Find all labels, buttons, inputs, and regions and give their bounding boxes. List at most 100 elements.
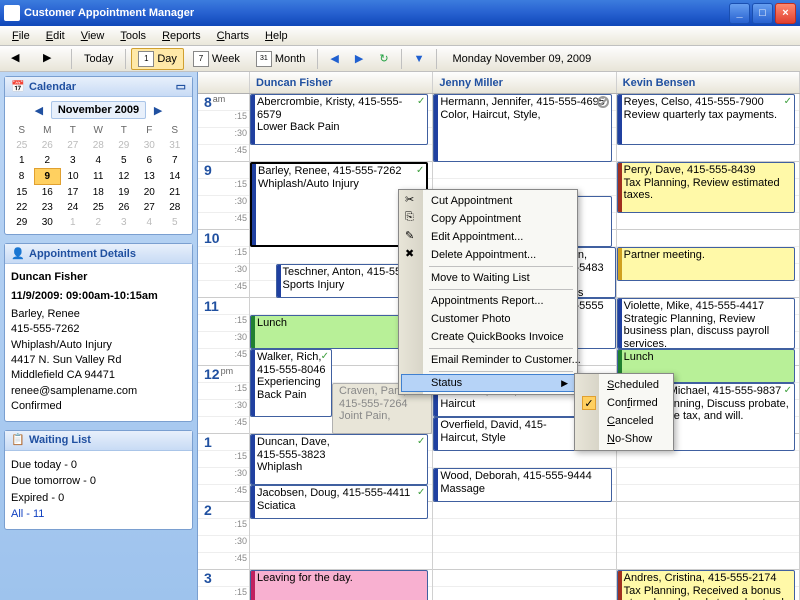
cal-day[interactable]: 18 bbox=[86, 185, 112, 201]
collapse-icon[interactable]: ▭ bbox=[176, 80, 186, 93]
menu-view[interactable]: View bbox=[73, 28, 113, 44]
context-menu[interactable]: ✂Cut Appointment⎘Copy Appointment✎Edit A… bbox=[398, 189, 578, 395]
waiting-line[interactable]: Due today - 0 bbox=[11, 457, 186, 474]
appointment[interactable]: Hermann, Jennifer, 415-555-4695 Color, H… bbox=[433, 94, 611, 162]
month-view-button[interactable]: 31Month bbox=[249, 48, 313, 70]
cal-day[interactable]: 20 bbox=[137, 185, 163, 201]
status-item[interactable]: ✓Confirmed bbox=[577, 394, 671, 412]
cal-day[interactable]: 25 bbox=[86, 200, 112, 215]
context-item[interactable]: Appointments Report... bbox=[401, 292, 575, 310]
context-item[interactable]: Customer Photo bbox=[401, 310, 575, 328]
column-header[interactable]: Duncan Fisher bbox=[250, 72, 433, 93]
cal-day[interactable]: 22 bbox=[9, 200, 35, 215]
waiting-header[interactable]: 📋 Waiting List bbox=[5, 431, 192, 451]
context-item[interactable]: ✖Delete Appointment... bbox=[401, 246, 575, 264]
cal-day[interactable]: 15 bbox=[9, 185, 35, 201]
context-item[interactable]: Move to Waiting List bbox=[401, 269, 575, 287]
cal-day[interactable]: 4 bbox=[86, 153, 112, 169]
cal-day[interactable]: 27 bbox=[137, 200, 163, 215]
cal-day[interactable]: 28 bbox=[86, 138, 112, 153]
menu-help[interactable]: Help bbox=[257, 28, 296, 44]
waiting-all[interactable]: All - 11 bbox=[11, 506, 186, 523]
cal-day[interactable]: 29 bbox=[111, 138, 137, 153]
schedule-column[interactable]: Reyes, Celso, 415-555-7900 Review quarte… bbox=[617, 94, 800, 600]
cal-day[interactable]: 21 bbox=[162, 185, 188, 201]
cal-day[interactable]: 14 bbox=[162, 169, 188, 185]
context-item[interactable]: Status▶Scheduled✓ConfirmedCanceledNo-Sho… bbox=[401, 374, 575, 392]
menu-tools[interactable]: Tools bbox=[112, 28, 154, 44]
appointment[interactable]: Andres, Cristina, 415-555-2174 Tax Plann… bbox=[617, 570, 795, 600]
cal-day[interactable]: 9 bbox=[35, 169, 61, 185]
cal-day[interactable]: 17 bbox=[60, 185, 86, 201]
cal-day[interactable]: 3 bbox=[111, 215, 137, 230]
cal-day[interactable]: 8 bbox=[9, 169, 35, 185]
cal-day[interactable]: 19 bbox=[111, 185, 137, 201]
cal-day[interactable]: 16 bbox=[35, 185, 61, 201]
minimize-button[interactable]: _ bbox=[729, 3, 750, 24]
back-button[interactable]: ◀ bbox=[4, 48, 34, 70]
cal-day[interactable]: 13 bbox=[137, 169, 163, 185]
waiting-line[interactable]: Expired - 0 bbox=[11, 490, 186, 507]
menu-edit[interactable]: Edit bbox=[38, 28, 73, 44]
appointment[interactable]: Walker, Rich, 415-555-8046 Experiencing … bbox=[250, 349, 332, 417]
menu-reports[interactable]: Reports bbox=[154, 28, 209, 44]
menu-charts[interactable]: Charts bbox=[209, 28, 257, 44]
column-header[interactable]: Kevin Bensen bbox=[617, 72, 800, 93]
cal-day[interactable]: 3 bbox=[60, 153, 86, 169]
cal-day[interactable]: 5 bbox=[162, 215, 188, 230]
cal-day[interactable]: 24 bbox=[60, 200, 86, 215]
cal-day[interactable]: 11 bbox=[86, 169, 112, 185]
cal-day[interactable]: 29 bbox=[9, 215, 35, 230]
cal-day[interactable]: 4 bbox=[137, 215, 163, 230]
cal-day[interactable]: 2 bbox=[35, 153, 61, 169]
context-item[interactable]: ✂Cut Appointment bbox=[401, 192, 575, 210]
refresh-button[interactable]: ↻ bbox=[372, 48, 395, 70]
cal-day[interactable]: 23 bbox=[35, 200, 61, 215]
maximize-button[interactable]: □ bbox=[752, 3, 773, 24]
appointment[interactable]: Jacobsen, Doug, 415-555-4411 Sciatica✓ bbox=[250, 485, 428, 519]
cal-day[interactable]: 12 bbox=[111, 169, 137, 185]
cal-day[interactable]: 1 bbox=[9, 153, 35, 169]
context-item[interactable]: Create QuickBooks Invoice bbox=[401, 328, 575, 346]
context-item[interactable]: ⎘Copy Appointment bbox=[401, 210, 575, 228]
cal-day[interactable]: 10 bbox=[60, 169, 86, 185]
details-header[interactable]: 👤 Appointment Details bbox=[5, 244, 192, 264]
prev-button[interactable]: ◀ bbox=[323, 48, 345, 70]
day-view-button[interactable]: 1Day bbox=[131, 48, 184, 70]
status-item[interactable]: Scheduled bbox=[577, 376, 671, 394]
cal-next-button[interactable]: ▶ bbox=[152, 104, 164, 116]
cal-day[interactable]: 26 bbox=[35, 138, 61, 153]
cal-month-label[interactable]: November 2009 bbox=[51, 101, 146, 119]
cal-day[interactable]: 30 bbox=[137, 138, 163, 153]
today-button[interactable]: Today bbox=[77, 48, 120, 70]
cal-day[interactable]: 28 bbox=[162, 200, 188, 215]
cal-day[interactable]: 26 bbox=[111, 200, 137, 215]
next-button[interactable]: ▶ bbox=[348, 48, 370, 70]
status-item[interactable]: Canceled bbox=[577, 412, 671, 430]
cal-day[interactable]: 6 bbox=[137, 153, 163, 169]
appointment[interactable]: Violette, Mike, 415-555-4417 Strategic P… bbox=[617, 298, 795, 349]
cal-day[interactable]: 30 bbox=[35, 215, 61, 230]
cal-day[interactable]: 1 bbox=[60, 215, 86, 230]
context-item[interactable]: Email Reminder to Customer... bbox=[401, 351, 575, 369]
cal-day[interactable]: 5 bbox=[111, 153, 137, 169]
appointment[interactable]: Duncan, Dave, 415-555-3823 Whiplash✓ bbox=[250, 434, 428, 485]
forward-button[interactable]: ▶ bbox=[36, 48, 66, 70]
filter-button[interactable]: ▼ bbox=[407, 48, 432, 70]
appointment[interactable]: Leaving for the day. bbox=[250, 570, 428, 600]
context-item[interactable]: ✎Edit Appointment... bbox=[401, 228, 575, 246]
status-item[interactable]: No-Show bbox=[577, 430, 671, 448]
week-view-button[interactable]: 7Week bbox=[186, 48, 247, 70]
menu-file[interactable]: File bbox=[4, 28, 38, 44]
cal-day[interactable]: 31 bbox=[162, 138, 188, 153]
titlebar[interactable]: Customer Appointment Manager _ □ × bbox=[0, 0, 800, 26]
cal-day[interactable]: 2 bbox=[86, 215, 112, 230]
column-header[interactable]: Jenny Miller bbox=[433, 72, 616, 93]
appointment[interactable]: Perry, Dave, 415-555-8439 Tax Planning, … bbox=[617, 162, 795, 213]
calendar-header[interactable]: 📅 Calendar ▭ bbox=[5, 77, 192, 97]
cal-prev-button[interactable]: ◀ bbox=[33, 104, 45, 116]
cal-day[interactable]: 7 bbox=[162, 153, 188, 169]
cal-day[interactable]: 27 bbox=[60, 138, 86, 153]
cal-day[interactable]: 25 bbox=[9, 138, 35, 153]
close-button[interactable]: × bbox=[775, 3, 796, 24]
